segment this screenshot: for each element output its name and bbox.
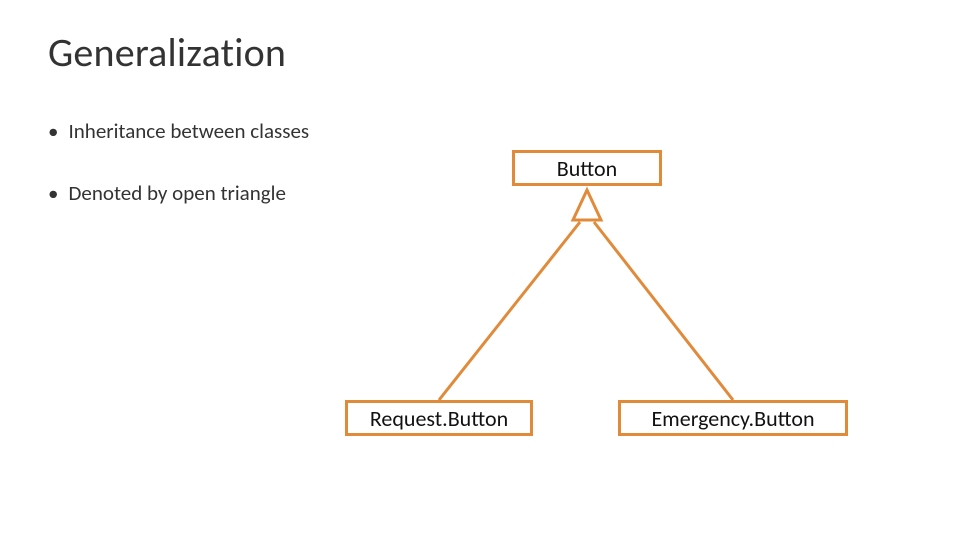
bullet-text: Denoted by open triangle bbox=[68, 180, 285, 206]
uml-class-label: Request.Button bbox=[370, 405, 508, 432]
uml-class-label: Button bbox=[557, 155, 617, 182]
uml-generalization-arrows bbox=[0, 0, 960, 540]
uml-class-label: Emergency.Button bbox=[651, 405, 814, 432]
slide-title: Generalization bbox=[48, 28, 286, 77]
open-triangle-icon bbox=[573, 190, 601, 220]
uml-class-parent: Button bbox=[512, 150, 662, 186]
uml-generalization-line bbox=[439, 222, 580, 400]
uml-class-child: Request.Button bbox=[345, 400, 533, 436]
uml-generalization-line bbox=[594, 222, 733, 400]
bullet-text: Inheritance between classes bbox=[68, 118, 309, 144]
bullet-list: Inheritance between classes Denoted by o… bbox=[48, 118, 309, 242]
bullet-item: Inheritance between classes bbox=[48, 118, 309, 144]
bullet-item: Denoted by open triangle bbox=[48, 180, 309, 206]
uml-class-child: Emergency.Button bbox=[618, 400, 848, 436]
